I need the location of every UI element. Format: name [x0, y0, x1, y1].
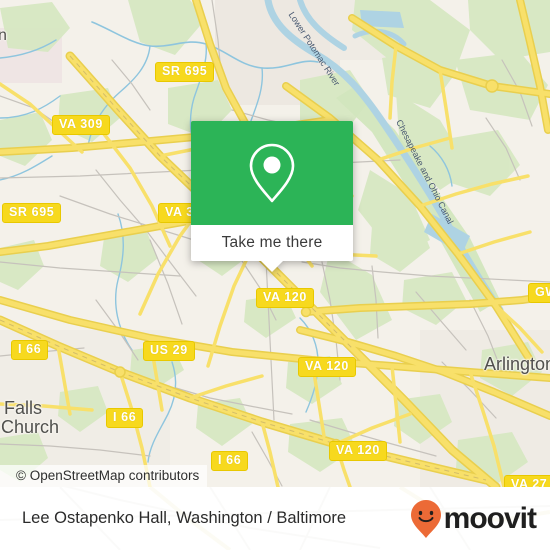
location-title: Lee Ostapenko Hall, Washington / Baltimo… — [22, 509, 347, 527]
road-shield-i66-mid: I 66 — [106, 408, 144, 428]
map-pin-icon — [249, 143, 295, 203]
road-shield-gwmp: GWMP — [528, 283, 550, 303]
road-shield-i66-west: I 66 — [11, 340, 49, 360]
moovit-wordmark: moovit — [443, 501, 537, 535]
road-shield-us29: US 29 — [143, 341, 195, 361]
road-shield-va120-south: VA 120 — [329, 441, 387, 461]
road-shield-va120-mid: VA 120 — [298, 357, 356, 377]
place-label-arlington: Arlington — [484, 354, 550, 374]
place-label-falls: Falls — [4, 398, 43, 418]
road-shield-sr695-north: SR 695 — [155, 62, 215, 82]
road-shield-i66-south: I 66 — [211, 451, 249, 471]
map-screenshot: Lower Potomac River Chesapeake and Ohio … — [0, 0, 550, 550]
place-label-partial-town: n — [0, 27, 7, 44]
popup-action-label: Take me there — [221, 234, 323, 251]
map-canvas[interactable]: Lower Potomac River Chesapeake and Ohio … — [0, 0, 550, 487]
popup-header — [191, 121, 353, 225]
footer-content: Lee Ostapenko Hall, Washington / Baltimo… — [0, 487, 550, 550]
road-shield-va309: VA 309 — [52, 115, 110, 135]
place-label-church: Church — [1, 417, 60, 437]
road-shield-sr695-west: SR 695 — [2, 203, 62, 223]
road-shield-va120-north: VA 120 — [256, 288, 314, 308]
popup-action[interactable]: Take me there — [191, 225, 353, 272]
popup-tail-icon — [261, 261, 283, 272]
location-popup-card[interactable]: Take me there — [191, 121, 353, 272]
moovit-brand[interactable]: moovit — [410, 499, 537, 539]
moovit-smiley-pin-icon — [410, 499, 441, 538]
road-shield-va27: VA 27 — [504, 475, 550, 487]
map-attribution[interactable]: © OpenStreetMap contributors — [0, 465, 208, 487]
footer-bar: Lee Ostapenko Hall, Washington / Baltimo… — [0, 487, 550, 550]
